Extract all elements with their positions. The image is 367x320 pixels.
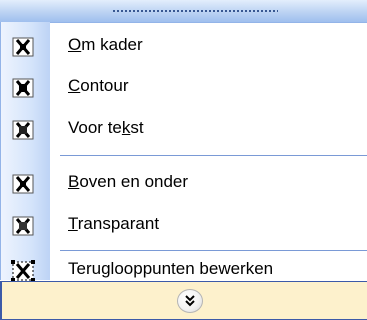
menu-item-label: Voor tekst [68, 118, 144, 137]
menu-item-label: Contour [68, 76, 129, 95]
menu-item-contour[interactable]: Contour [0, 67, 367, 107]
menu-expand-bar[interactable] [0, 281, 367, 320]
menu-item-label: Om kader [68, 35, 143, 54]
menu-item-label: Boven en onder [68, 172, 189, 191]
grip-dots-icon[interactable] [112, 9, 278, 13]
menu-separator [60, 155, 367, 156]
edit-wrap-points-icon [11, 260, 35, 282]
menu-grip-bar[interactable] [0, 0, 367, 23]
menu-item-label: Teruglooppunten bewerken [68, 259, 274, 278]
wrap-square-icon [11, 36, 35, 58]
menu-item-transparant[interactable]: Transparant [0, 205, 367, 245]
menu-item-voor-tekst[interactable]: Voor tekst [0, 109, 367, 149]
wrap-in-front-icon [11, 119, 35, 141]
menu-item-om-kader[interactable]: Om kader [0, 26, 367, 66]
menu-item-label: Transparant [68, 214, 160, 233]
expand-menu-button[interactable] [177, 289, 203, 313]
wrap-tight-icon [11, 77, 35, 99]
wrapping-context-menu: Om kader Contour Voor tekst Boven en ond… [0, 0, 367, 320]
wrap-top-bottom-icon [11, 173, 35, 195]
menu-item-boven-en-onder[interactable]: Boven en onder [0, 163, 367, 203]
wrap-behind-icon [11, 215, 35, 237]
